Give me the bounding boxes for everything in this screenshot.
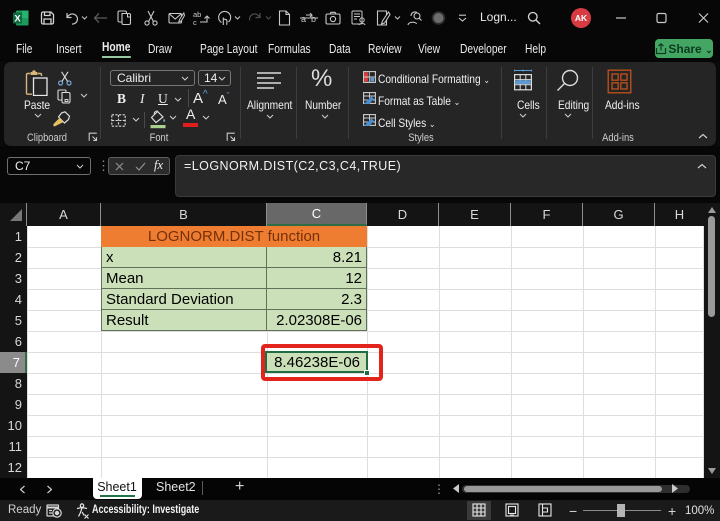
svg-text:X: X <box>14 14 21 25</box>
svg-text:a: a <box>301 14 306 24</box>
svg-text:c: c <box>193 18 197 26</box>
